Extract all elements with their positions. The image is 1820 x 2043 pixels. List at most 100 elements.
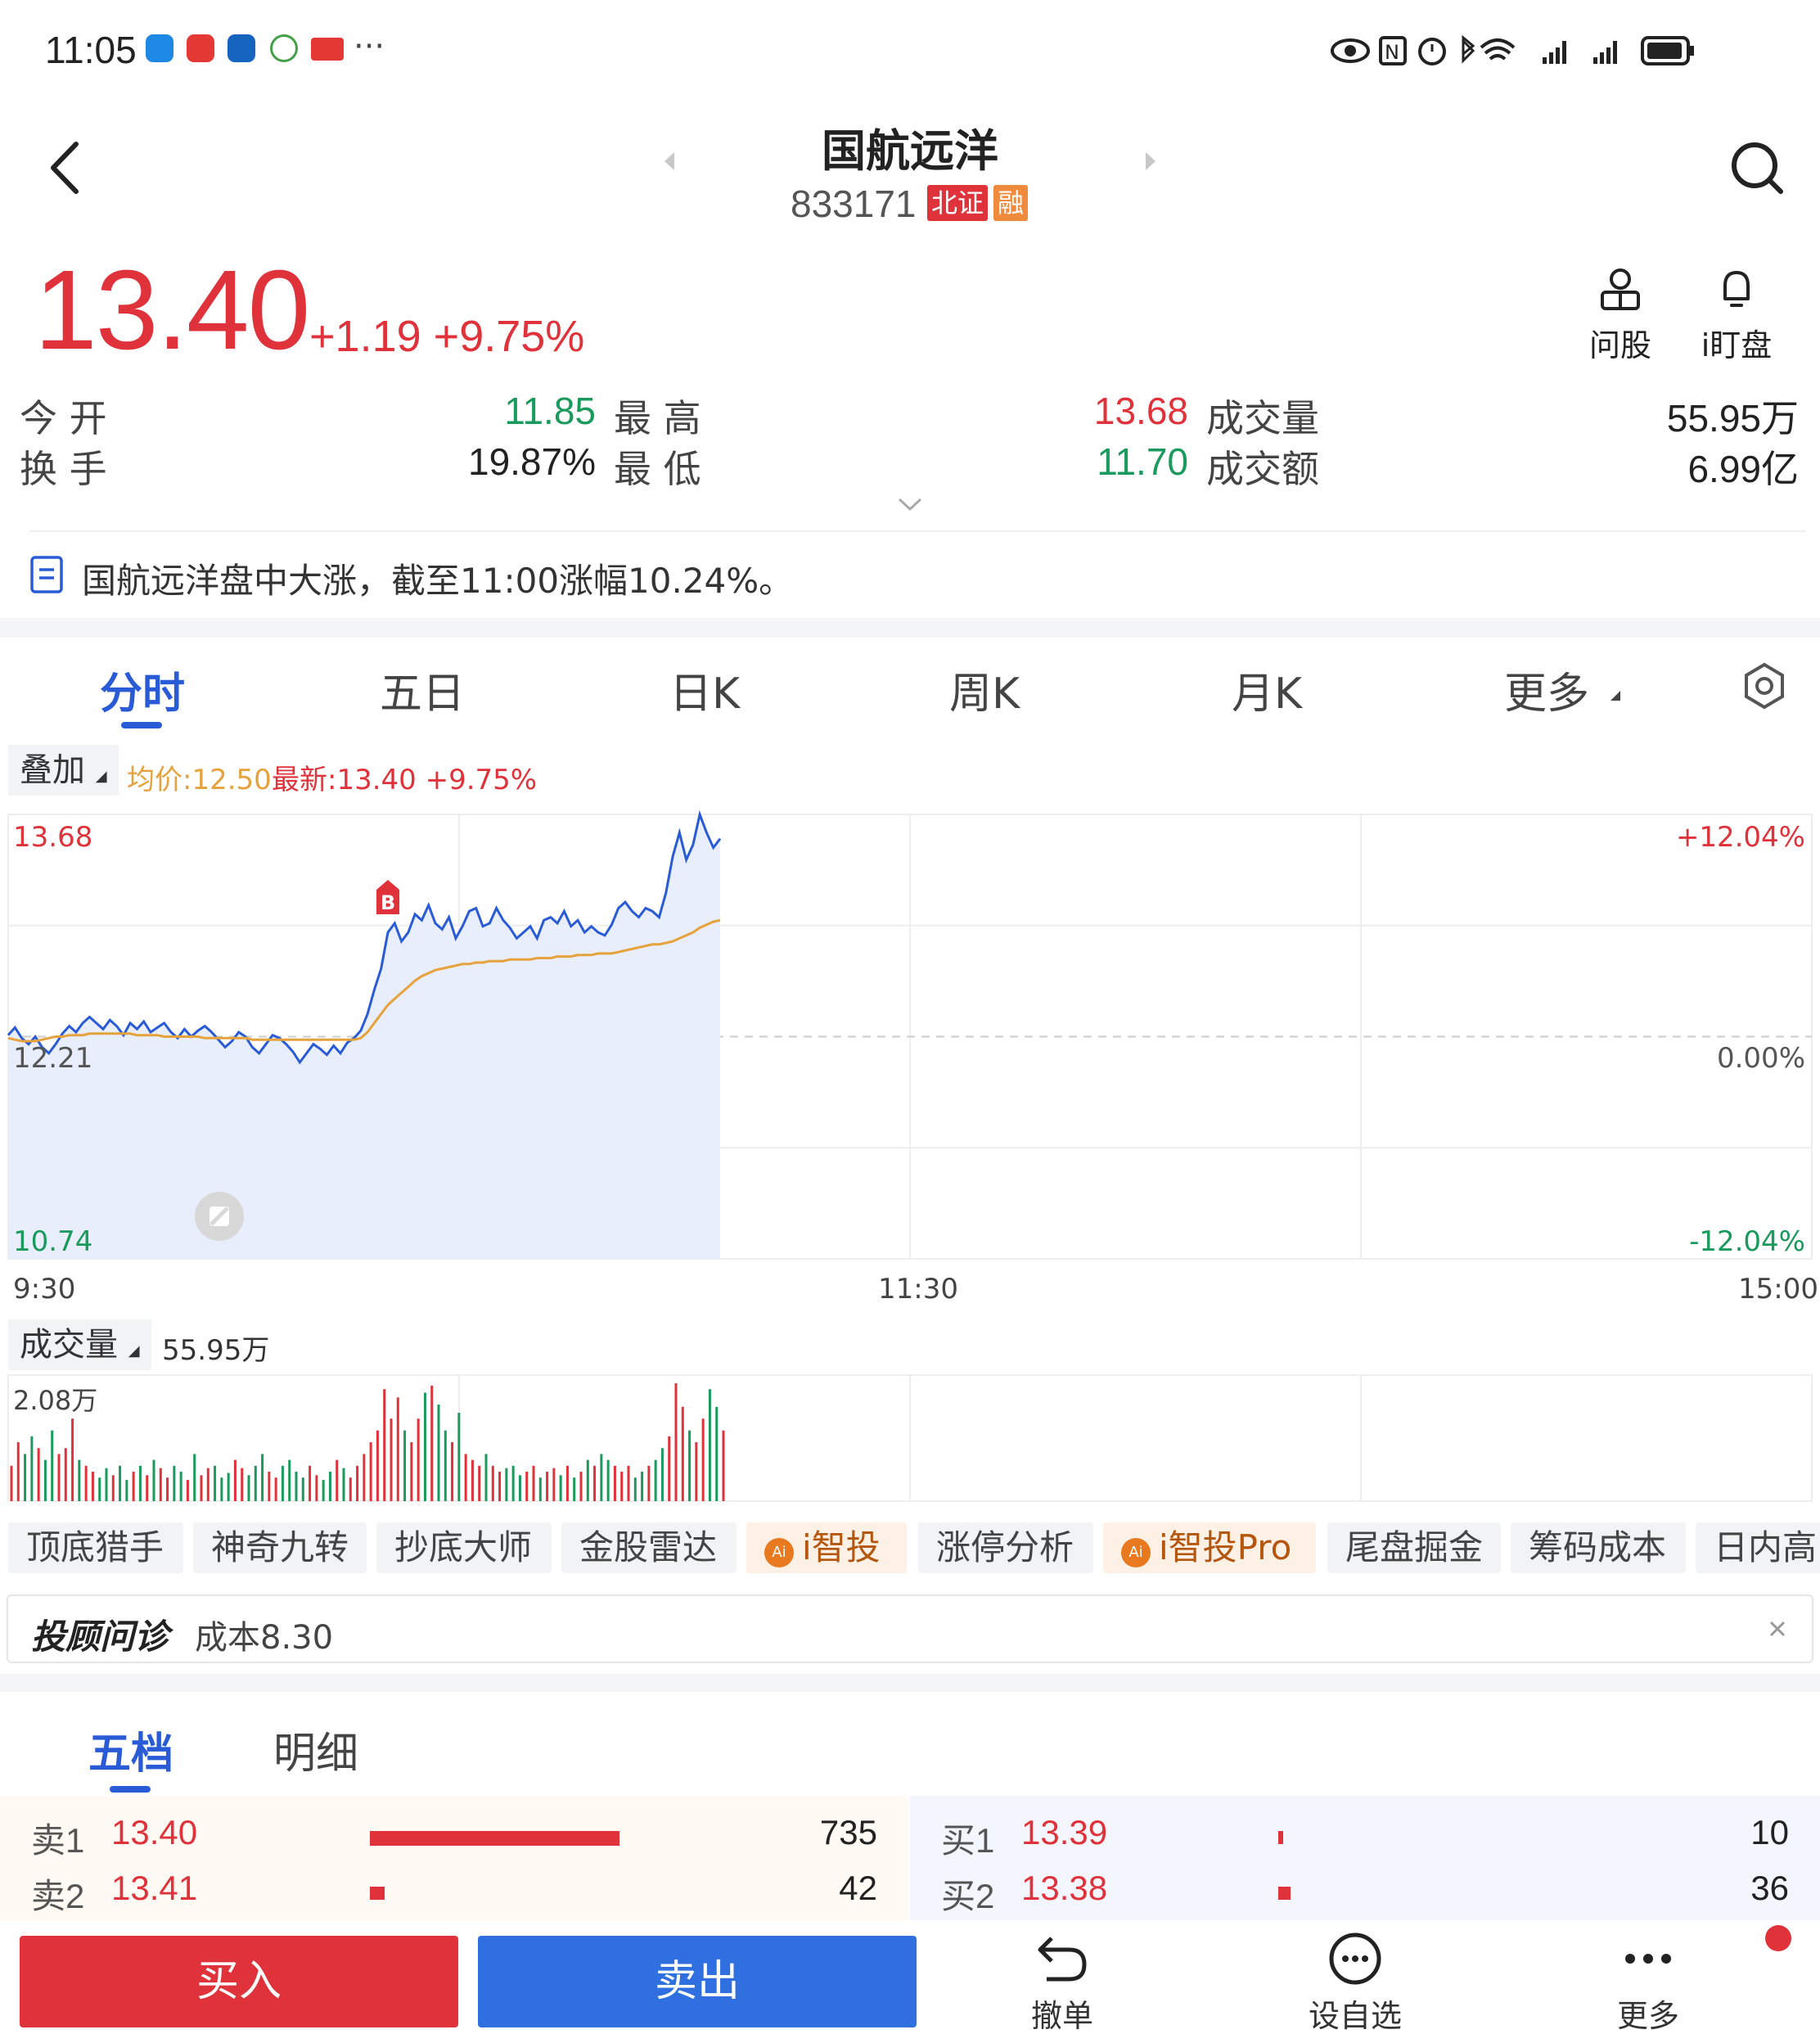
tool-chip-label: 顶底猎手 xyxy=(26,1527,164,1567)
person-icon xyxy=(1601,268,1640,310)
volume-bar xyxy=(660,1448,664,1501)
news-headline[interactable]: 国航远洋盘中大涨，截至11:00涨幅10.24%。 xyxy=(82,553,793,603)
tab-weekly-k[interactable]: 周K xyxy=(949,659,1020,720)
volume-bar xyxy=(91,1472,94,1501)
intraday-chart[interactable]: B xyxy=(0,810,1820,1269)
tool-chip-label: 涨停分析 xyxy=(936,1527,1074,1567)
volume-bar xyxy=(715,1406,719,1501)
turnover-value: 19.87% xyxy=(467,440,596,483)
watermark-logo-icon xyxy=(195,1192,244,1241)
volume-bar xyxy=(159,1468,162,1501)
tab-intraday[interactable]: 分时 xyxy=(100,659,185,720)
more-menu-button[interactable]: 更多 xyxy=(1591,1932,1705,2036)
tool-chip[interactable]: Ai i智投Pro xyxy=(1103,1522,1316,1573)
volume-bar xyxy=(342,1468,345,1501)
y-axis-right-min: -12.04% xyxy=(1689,1225,1805,1258)
volume-bar xyxy=(491,1465,494,1501)
sell-button[interactable]: 卖出 xyxy=(478,1936,917,2027)
volume-bar xyxy=(37,1448,40,1501)
tool-chip[interactable]: 抄底大师 xyxy=(376,1522,552,1573)
volume-bar xyxy=(668,1436,671,1501)
red-app-icon xyxy=(187,34,214,62)
cancel-order-label: 撤单 xyxy=(1030,1998,1093,2034)
volume-bar xyxy=(64,1448,67,1501)
buy-level-price[interactable]: 13.38 xyxy=(1021,1869,1107,1908)
tab-five-day[interactable]: 五日 xyxy=(380,659,465,720)
open-value: 11.85 xyxy=(504,390,596,432)
volume-bar xyxy=(369,1442,372,1501)
buy-marker-label: B xyxy=(381,891,395,914)
open-label: 今 开 xyxy=(20,396,107,440)
settings-gear-icon[interactable] xyxy=(1740,661,1789,710)
sell-level-bar xyxy=(370,1831,619,1846)
latest-price: 最新:13.40 +9.75% xyxy=(272,764,538,796)
buy-level-bar xyxy=(1278,1831,1284,1844)
tool-chip[interactable]: 神奇九转 xyxy=(193,1522,367,1573)
volume-bar xyxy=(552,1468,556,1501)
volume-bar xyxy=(505,1468,508,1501)
x-tick-noon: 11:30 xyxy=(878,1273,958,1306)
stock-header: 国航远洋 833171 北证 融 xyxy=(0,106,1820,246)
y-axis-right-max: +12.04% xyxy=(1675,821,1805,854)
volume-bar xyxy=(322,1480,325,1501)
tool-chip[interactable]: 顶底猎手 xyxy=(8,1522,183,1573)
buy-button[interactable]: 买入 xyxy=(20,1936,458,2027)
search-icon[interactable] xyxy=(1728,139,1786,196)
volume-bar xyxy=(309,1465,312,1501)
expand-chevron-icon[interactable] xyxy=(897,496,923,512)
volume-bar xyxy=(674,1383,678,1501)
tool-chip-label: 神奇九转 xyxy=(211,1527,349,1567)
cancel-order-button[interactable]: 撤单 xyxy=(1005,1932,1119,2036)
volume-bar xyxy=(233,1459,237,1501)
close-icon[interactable] xyxy=(1768,1619,1787,1639)
volume-bar xyxy=(98,1477,101,1501)
volume-bar xyxy=(457,1413,461,1501)
volume-bar xyxy=(193,1454,196,1501)
sell-level-price[interactable]: 13.41 xyxy=(111,1869,197,1908)
add-watchlist-button[interactable]: 设自选 xyxy=(1298,1932,1412,2036)
volume-bar xyxy=(363,1454,366,1501)
stock-name: 国航远洋 xyxy=(822,125,998,177)
tool-chip-label: 日内高 xyxy=(1714,1527,1818,1567)
amount-value: 6.99亿 xyxy=(1687,448,1799,490)
tool-chip[interactable]: 金股雷达 xyxy=(561,1522,737,1573)
volume-bar xyxy=(620,1472,624,1501)
volume-bar xyxy=(546,1472,549,1501)
volume-bar xyxy=(532,1465,535,1501)
volume-indicator-button[interactable]: 成交量 ◢ xyxy=(8,1319,151,1370)
blue-app-icon xyxy=(228,34,255,62)
tab-five-level[interactable]: 五档 xyxy=(88,1719,173,1780)
volume-bar xyxy=(84,1465,88,1501)
advisor-text: 成本8.30 xyxy=(195,1619,334,1657)
buy-level-price[interactable]: 13.39 xyxy=(1021,1813,1107,1852)
bell-icon xyxy=(1723,271,1750,307)
high-label: 最 高 xyxy=(614,396,701,440)
volume-bar xyxy=(328,1472,331,1501)
tool-chip[interactable]: 日内高 xyxy=(1696,1522,1820,1573)
tab-daily-k[interactable]: 日K xyxy=(669,659,740,720)
ask-stock-button[interactable]: 问股 xyxy=(1571,266,1669,365)
volume-bar xyxy=(688,1430,692,1501)
advisor-banner[interactable]: 投顾问诊 成本8.30 xyxy=(7,1594,1813,1663)
volume-bar xyxy=(681,1406,684,1501)
sell-level-price[interactable]: 13.40 xyxy=(111,1813,197,1852)
ai-badge-icon: Ai xyxy=(1121,1538,1151,1567)
more-dots-icon xyxy=(1625,1954,1671,1964)
tool-chip[interactable]: Ai i智投 xyxy=(746,1522,907,1573)
watch-button[interactable]: i盯盘 xyxy=(1687,266,1786,365)
tool-chip[interactable]: 尾盘掘金 xyxy=(1327,1522,1501,1573)
tab-detail[interactable]: 明细 xyxy=(273,1719,358,1780)
volume-bar xyxy=(484,1454,488,1501)
sell-level-label: 卖2 xyxy=(31,1877,85,1915)
volume-bar xyxy=(301,1477,304,1501)
orderbook-tab-indicator xyxy=(110,1786,151,1793)
turnover-label: 换 手 xyxy=(20,447,107,491)
overlay-button[interactable]: 叠加 ◢ xyxy=(8,745,119,796)
tool-chip[interactable]: 涨停分析 xyxy=(918,1522,1093,1573)
tab-monthly-k[interactable]: 月K xyxy=(1232,659,1302,720)
x-tick-open: 9:30 xyxy=(13,1273,76,1306)
buy-level-qty: 10 xyxy=(1750,1813,1789,1851)
volume-bar xyxy=(295,1472,298,1501)
tool-chip[interactable]: 筹码成本 xyxy=(1511,1522,1686,1573)
tab-more[interactable]: 更多 xyxy=(1504,659,1589,720)
